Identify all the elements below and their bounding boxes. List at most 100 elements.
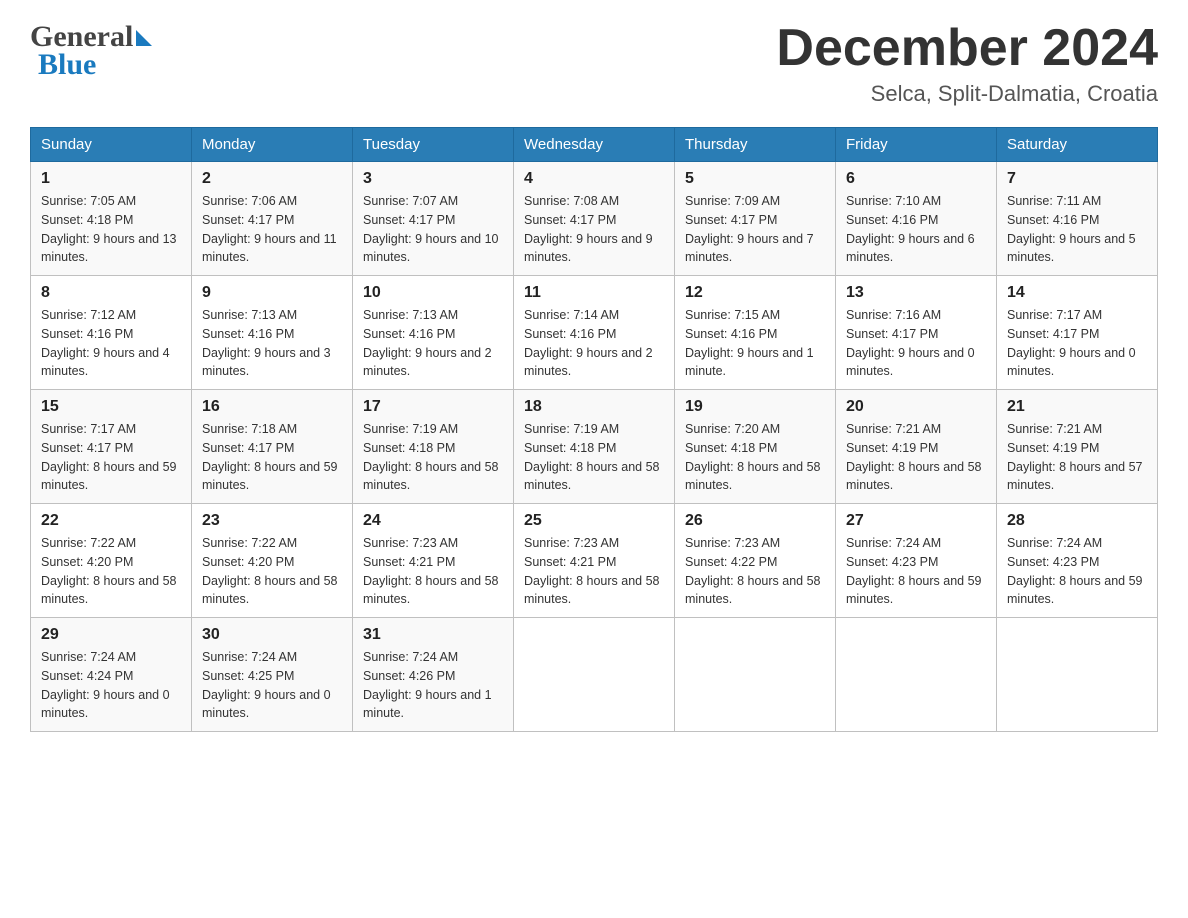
- calendar-day: [675, 618, 836, 732]
- logo: General Blue: [30, 20, 152, 82]
- day-number: 5: [685, 170, 825, 188]
- day-number: 30: [202, 626, 342, 644]
- day-info: Sunrise: 7:12 AMSunset: 4:16 PMDaylight:…: [41, 308, 170, 378]
- month-title: December 2024: [776, 20, 1158, 77]
- day-number: 22: [41, 512, 181, 530]
- day-number: 20: [846, 398, 986, 416]
- day-number: 25: [524, 512, 664, 530]
- day-info: Sunrise: 7:21 AMSunset: 4:19 PMDaylight:…: [846, 422, 982, 492]
- day-number: 1: [41, 170, 181, 188]
- header-tuesday: Tuesday: [353, 128, 514, 162]
- day-number: 13: [846, 284, 986, 302]
- calendar-day: 2 Sunrise: 7:06 AMSunset: 4:17 PMDayligh…: [192, 162, 353, 276]
- day-info: Sunrise: 7:23 AMSunset: 4:22 PMDaylight:…: [685, 536, 821, 606]
- day-info: Sunrise: 7:24 AMSunset: 4:23 PMDaylight:…: [846, 536, 982, 606]
- calendar-day: 11 Sunrise: 7:14 AMSunset: 4:16 PMDaylig…: [514, 276, 675, 390]
- day-number: 11: [524, 284, 664, 302]
- calendar-day: 22 Sunrise: 7:22 AMSunset: 4:20 PMDaylig…: [31, 504, 192, 618]
- day-number: 21: [1007, 398, 1147, 416]
- day-info: Sunrise: 7:19 AMSunset: 4:18 PMDaylight:…: [363, 422, 499, 492]
- calendar-week-row: 1 Sunrise: 7:05 AMSunset: 4:18 PMDayligh…: [31, 162, 1158, 276]
- day-number: 12: [685, 284, 825, 302]
- day-number: 18: [524, 398, 664, 416]
- day-info: Sunrise: 7:18 AMSunset: 4:17 PMDaylight:…: [202, 422, 338, 492]
- day-number: 15: [41, 398, 181, 416]
- day-info: Sunrise: 7:23 AMSunset: 4:21 PMDaylight:…: [363, 536, 499, 606]
- calendar-day: 14 Sunrise: 7:17 AMSunset: 4:17 PMDaylig…: [997, 276, 1158, 390]
- header-sunday: Sunday: [31, 128, 192, 162]
- calendar-day: [836, 618, 997, 732]
- day-info: Sunrise: 7:21 AMSunset: 4:19 PMDaylight:…: [1007, 422, 1143, 492]
- calendar-day: 5 Sunrise: 7:09 AMSunset: 4:17 PMDayligh…: [675, 162, 836, 276]
- calendar-day: 31 Sunrise: 7:24 AMSunset: 4:26 PMDaylig…: [353, 618, 514, 732]
- calendar-day: 26 Sunrise: 7:23 AMSunset: 4:22 PMDaylig…: [675, 504, 836, 618]
- calendar-day: 15 Sunrise: 7:17 AMSunset: 4:17 PMDaylig…: [31, 390, 192, 504]
- calendar-day: [514, 618, 675, 732]
- day-info: Sunrise: 7:24 AMSunset: 4:25 PMDaylight:…: [202, 650, 331, 720]
- calendar-day: 21 Sunrise: 7:21 AMSunset: 4:19 PMDaylig…: [997, 390, 1158, 504]
- day-info: Sunrise: 7:24 AMSunset: 4:23 PMDaylight:…: [1007, 536, 1143, 606]
- calendar-day: 18 Sunrise: 7:19 AMSunset: 4:18 PMDaylig…: [514, 390, 675, 504]
- header-saturday: Saturday: [997, 128, 1158, 162]
- day-number: 24: [363, 512, 503, 530]
- calendar-day: 1 Sunrise: 7:05 AMSunset: 4:18 PMDayligh…: [31, 162, 192, 276]
- calendar-week-row: 29 Sunrise: 7:24 AMSunset: 4:24 PMDaylig…: [31, 618, 1158, 732]
- day-info: Sunrise: 7:05 AMSunset: 4:18 PMDaylight:…: [41, 194, 177, 264]
- calendar-header-row: SundayMondayTuesdayWednesdayThursdayFrid…: [31, 128, 1158, 162]
- day-info: Sunrise: 7:24 AMSunset: 4:24 PMDaylight:…: [41, 650, 170, 720]
- calendar-day: 28 Sunrise: 7:24 AMSunset: 4:23 PMDaylig…: [997, 504, 1158, 618]
- calendar-day: 27 Sunrise: 7:24 AMSunset: 4:23 PMDaylig…: [836, 504, 997, 618]
- day-number: 29: [41, 626, 181, 644]
- day-info: Sunrise: 7:06 AMSunset: 4:17 PMDaylight:…: [202, 194, 337, 264]
- day-number: 4: [524, 170, 664, 188]
- calendar-day: 16 Sunrise: 7:18 AMSunset: 4:17 PMDaylig…: [192, 390, 353, 504]
- day-info: Sunrise: 7:11 AMSunset: 4:16 PMDaylight:…: [1007, 194, 1136, 264]
- day-number: 14: [1007, 284, 1147, 302]
- calendar-week-row: 15 Sunrise: 7:17 AMSunset: 4:17 PMDaylig…: [31, 390, 1158, 504]
- day-number: 6: [846, 170, 986, 188]
- day-info: Sunrise: 7:22 AMSunset: 4:20 PMDaylight:…: [41, 536, 177, 606]
- calendar-day: 4 Sunrise: 7:08 AMSunset: 4:17 PMDayligh…: [514, 162, 675, 276]
- day-number: 16: [202, 398, 342, 416]
- day-info: Sunrise: 7:13 AMSunset: 4:16 PMDaylight:…: [202, 308, 331, 378]
- day-number: 26: [685, 512, 825, 530]
- header-monday: Monday: [192, 128, 353, 162]
- day-number: 3: [363, 170, 503, 188]
- calendar-day: 17 Sunrise: 7:19 AMSunset: 4:18 PMDaylig…: [353, 390, 514, 504]
- calendar-day: 7 Sunrise: 7:11 AMSunset: 4:16 PMDayligh…: [997, 162, 1158, 276]
- day-number: 19: [685, 398, 825, 416]
- day-number: 7: [1007, 170, 1147, 188]
- day-number: 27: [846, 512, 986, 530]
- page-header: General Blue December 2024 Selca, Split-…: [30, 20, 1158, 107]
- day-number: 31: [363, 626, 503, 644]
- location-subtitle: Selca, Split-Dalmatia, Croatia: [776, 81, 1158, 107]
- day-number: 23: [202, 512, 342, 530]
- header-thursday: Thursday: [675, 128, 836, 162]
- calendar-day: 6 Sunrise: 7:10 AMSunset: 4:16 PMDayligh…: [836, 162, 997, 276]
- header-wednesday: Wednesday: [514, 128, 675, 162]
- day-info: Sunrise: 7:13 AMSunset: 4:16 PMDaylight:…: [363, 308, 492, 378]
- calendar-day: [997, 618, 1158, 732]
- logo-arrow-icon: [136, 30, 152, 46]
- calendar-day: 25 Sunrise: 7:23 AMSunset: 4:21 PMDaylig…: [514, 504, 675, 618]
- calendar-day: 12 Sunrise: 7:15 AMSunset: 4:16 PMDaylig…: [675, 276, 836, 390]
- day-info: Sunrise: 7:08 AMSunset: 4:17 PMDaylight:…: [524, 194, 653, 264]
- calendar-day: 23 Sunrise: 7:22 AMSunset: 4:20 PMDaylig…: [192, 504, 353, 618]
- day-info: Sunrise: 7:07 AMSunset: 4:17 PMDaylight:…: [363, 194, 499, 264]
- logo-blue-text: Blue: [38, 48, 96, 82]
- calendar-day: 3 Sunrise: 7:07 AMSunset: 4:17 PMDayligh…: [353, 162, 514, 276]
- day-info: Sunrise: 7:14 AMSunset: 4:16 PMDaylight:…: [524, 308, 653, 378]
- day-info: Sunrise: 7:09 AMSunset: 4:17 PMDaylight:…: [685, 194, 814, 264]
- day-info: Sunrise: 7:17 AMSunset: 4:17 PMDaylight:…: [1007, 308, 1136, 378]
- day-info: Sunrise: 7:10 AMSunset: 4:16 PMDaylight:…: [846, 194, 975, 264]
- calendar-table: SundayMondayTuesdayWednesdayThursdayFrid…: [30, 127, 1158, 732]
- day-info: Sunrise: 7:15 AMSunset: 4:16 PMDaylight:…: [685, 308, 814, 378]
- calendar-day: 19 Sunrise: 7:20 AMSunset: 4:18 PMDaylig…: [675, 390, 836, 504]
- day-info: Sunrise: 7:19 AMSunset: 4:18 PMDaylight:…: [524, 422, 660, 492]
- day-info: Sunrise: 7:17 AMSunset: 4:17 PMDaylight:…: [41, 422, 177, 492]
- day-number: 10: [363, 284, 503, 302]
- day-info: Sunrise: 7:16 AMSunset: 4:17 PMDaylight:…: [846, 308, 975, 378]
- calendar-day: 9 Sunrise: 7:13 AMSunset: 4:16 PMDayligh…: [192, 276, 353, 390]
- calendar-day: 13 Sunrise: 7:16 AMSunset: 4:17 PMDaylig…: [836, 276, 997, 390]
- day-number: 2: [202, 170, 342, 188]
